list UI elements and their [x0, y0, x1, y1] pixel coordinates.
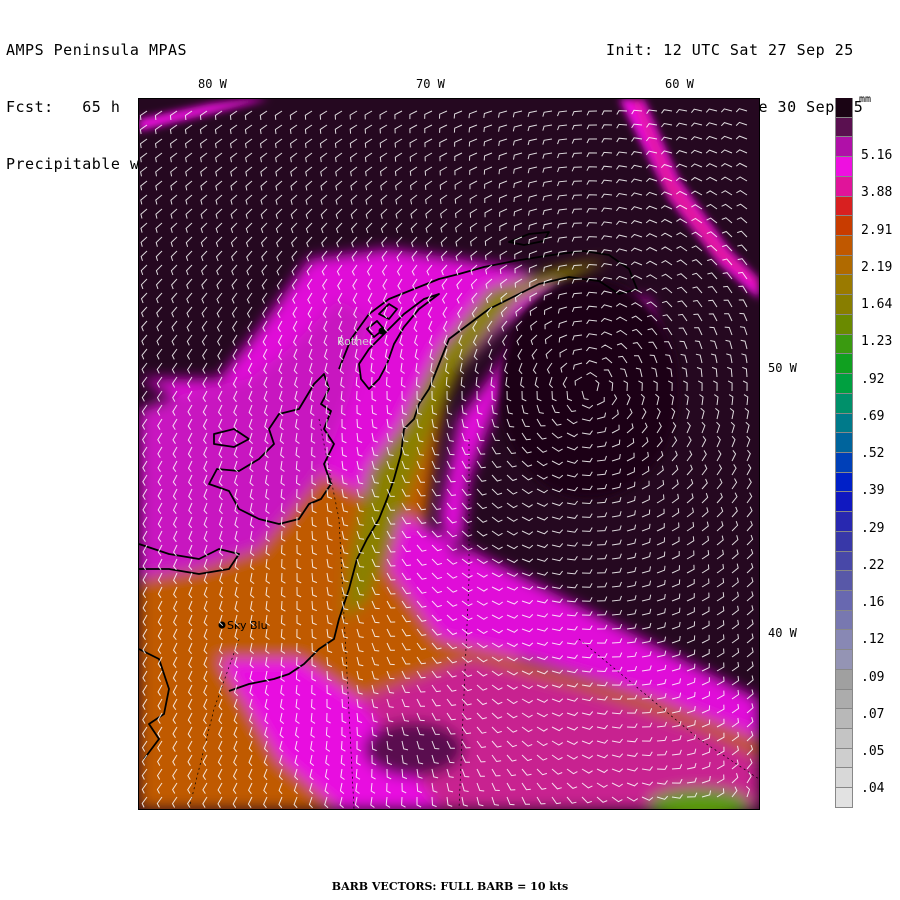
- colorbar-swatch: [835, 630, 853, 651]
- colorbar-swatch: [835, 492, 853, 513]
- colorbar-unit: mm: [859, 94, 872, 105]
- colorbar-label: .22: [861, 557, 885, 573]
- colorbar-label: .07: [861, 706, 885, 722]
- colorbar-label: .04: [861, 781, 885, 797]
- colorbar-label: .29: [861, 520, 885, 536]
- lon-label-70w: 70 W: [416, 77, 445, 91]
- lon-label-80w: 80 W: [198, 77, 227, 91]
- colorbar-swatch: [835, 413, 853, 434]
- colorbar-swatch: [835, 374, 853, 394]
- colorbar-label: .05: [861, 744, 885, 760]
- colorbar-swatch: [835, 452, 853, 473]
- colorbar-label: .52: [861, 446, 885, 462]
- colorbar-label: 3.88: [861, 185, 893, 201]
- colorbar-swatch: [835, 531, 853, 552]
- colorbar-swatch: [835, 512, 853, 532]
- lon-label-60w: 60 W: [665, 77, 694, 91]
- colorbar-label: 2.19: [861, 259, 893, 275]
- colorbar-swatch: [835, 748, 853, 769]
- colorbar-swatch: [835, 689, 853, 710]
- colorbar-swatch: [835, 236, 853, 256]
- lat-label-50w: 50 W: [768, 361, 797, 375]
- colorbar-swatch: [835, 729, 853, 749]
- map-panel[interactable]: Rother Sky Blu: [138, 98, 760, 810]
- barb-legend: BARB VECTORS: FULL BARB = 10 kts: [331, 880, 569, 893]
- colorbar-swatch: [835, 650, 853, 670]
- colorbar-swatch: [835, 196, 853, 217]
- colorbar-swatch: [835, 98, 853, 118]
- colorbar-label: 1.64: [861, 297, 893, 313]
- colorbar-swatch: [835, 334, 853, 355]
- colorbar-swatch: [835, 117, 853, 138]
- colorbar-swatch: [835, 255, 853, 276]
- colorbar-swatch: [835, 176, 853, 197]
- colorbar-swatch: [835, 551, 853, 572]
- colorbar-label: .12: [861, 632, 885, 648]
- colorbar-swatch: [835, 788, 853, 808]
- colorbar-swatch: [835, 709, 853, 729]
- model-title: AMPS Peninsula MPAS: [6, 41, 188, 59]
- colorbar-label: 5.16: [861, 148, 893, 164]
- colorbar-swatch: [835, 433, 853, 453]
- colorbar-swatch: [835, 295, 853, 315]
- colorbar: [835, 98, 853, 808]
- colorbar-label: .69: [861, 408, 885, 424]
- colorbar-label: 1.23: [861, 334, 893, 350]
- colorbar-swatch: [835, 137, 853, 158]
- station-skyblu-label: Sky Blu: [227, 619, 268, 632]
- colorbar-swatch: [835, 393, 853, 414]
- map-canvas: Rother Sky Blu: [139, 99, 759, 809]
- lat-label-40w: 40 W: [768, 626, 797, 640]
- colorbar-swatch: [835, 314, 853, 335]
- colorbar-swatch: [835, 590, 853, 611]
- colorbar-label: .09: [861, 669, 885, 685]
- colorbar-swatch: [835, 571, 853, 591]
- colorbar-label: .92: [861, 371, 885, 387]
- colorbar-swatch: [835, 472, 853, 493]
- init-time: Init: 12 UTC Sat 27 Sep 25: [606, 41, 854, 59]
- colorbar-label: .39: [861, 483, 885, 499]
- colorbar-swatch: [835, 610, 853, 631]
- colorbar-label: 2.91: [861, 222, 893, 238]
- colorbar-swatch: [835, 216, 853, 237]
- colorbar-swatch: [835, 354, 853, 375]
- colorbar-swatch: [835, 157, 853, 177]
- colorbar-label: .16: [861, 595, 885, 611]
- colorbar-swatch: [835, 768, 853, 789]
- colorbar-swatch: [835, 669, 853, 690]
- colorbar-swatch: [835, 275, 853, 296]
